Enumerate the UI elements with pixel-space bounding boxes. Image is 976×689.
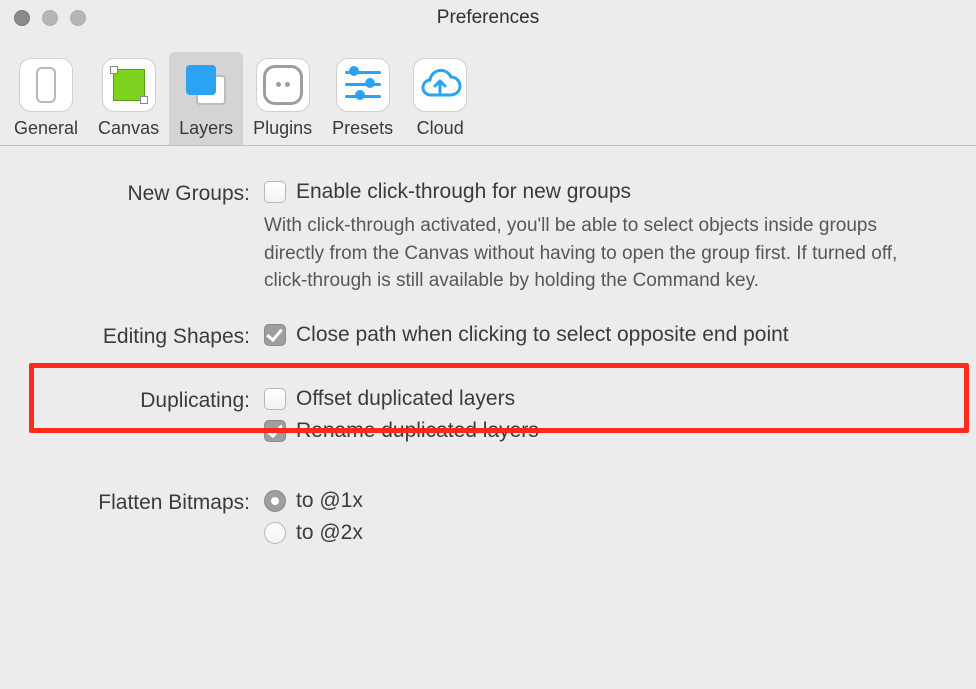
layers-icon bbox=[179, 58, 233, 112]
general-icon bbox=[19, 58, 73, 112]
help-click-through: With click-through activated, you'll be … bbox=[264, 212, 904, 295]
preferences-content: New Groups: Enable click-through for new… bbox=[0, 146, 976, 553]
tab-cloud[interactable]: Cloud bbox=[403, 52, 477, 145]
tab-label: General bbox=[14, 118, 78, 139]
tab-general[interactable]: General bbox=[4, 52, 88, 145]
tab-label: Layers bbox=[179, 118, 233, 139]
tab-plugins[interactable]: Plugins bbox=[243, 52, 322, 145]
tab-label: Canvas bbox=[98, 118, 159, 139]
label-editing-shapes: Editing Shapes: bbox=[30, 323, 264, 349]
radio-flatten-1x[interactable] bbox=[264, 490, 286, 512]
checkbox-offset-duplicated[interactable] bbox=[264, 388, 286, 410]
tab-canvas[interactable]: Canvas bbox=[88, 52, 169, 145]
label-flatten-bitmaps: Flatten Bitmaps: bbox=[30, 489, 264, 515]
checkbox-label: Enable click-through for new groups bbox=[296, 180, 631, 204]
row-duplicating: Duplicating: Offset duplicated layers Re… bbox=[30, 387, 946, 451]
checkbox-label: Close path when clicking to select oppos… bbox=[296, 323, 789, 347]
tab-label: Plugins bbox=[253, 118, 312, 139]
row-flatten-bitmaps: Flatten Bitmaps: to @1x to @2x bbox=[30, 489, 946, 553]
minimize-window-icon[interactable] bbox=[42, 10, 58, 26]
presets-icon bbox=[336, 58, 390, 112]
checkbox-label: Offset duplicated layers bbox=[296, 387, 515, 411]
checkbox-label: Rename duplicated layers bbox=[296, 419, 539, 443]
cloud-icon bbox=[413, 58, 467, 112]
checkbox-rename-duplicated[interactable] bbox=[264, 420, 286, 442]
window-controls bbox=[14, 10, 86, 26]
label-new-groups: New Groups: bbox=[30, 180, 264, 206]
close-window-icon[interactable] bbox=[14, 10, 30, 26]
tab-label: Cloud bbox=[417, 118, 464, 139]
canvas-icon bbox=[102, 58, 156, 112]
plugins-icon bbox=[256, 58, 310, 112]
checkbox-close-path[interactable] bbox=[264, 324, 286, 346]
label-duplicating: Duplicating: bbox=[30, 387, 264, 413]
zoom-window-icon[interactable] bbox=[70, 10, 86, 26]
radio-label: to @2x bbox=[296, 521, 363, 545]
preferences-toolbar: General Canvas Layers Plugins Presets Cl… bbox=[0, 36, 976, 146]
radio-flatten-2x[interactable] bbox=[264, 522, 286, 544]
tab-label: Presets bbox=[332, 118, 393, 139]
row-editing-shapes: Editing Shapes: Close path when clicking… bbox=[30, 323, 946, 355]
window-title: Preferences bbox=[437, 7, 539, 29]
checkbox-click-through[interactable] bbox=[264, 181, 286, 203]
tab-presets[interactable]: Presets bbox=[322, 52, 403, 145]
tab-layers[interactable]: Layers bbox=[169, 52, 243, 145]
row-new-groups: New Groups: Enable click-through for new… bbox=[30, 180, 946, 313]
radio-label: to @1x bbox=[296, 489, 363, 513]
